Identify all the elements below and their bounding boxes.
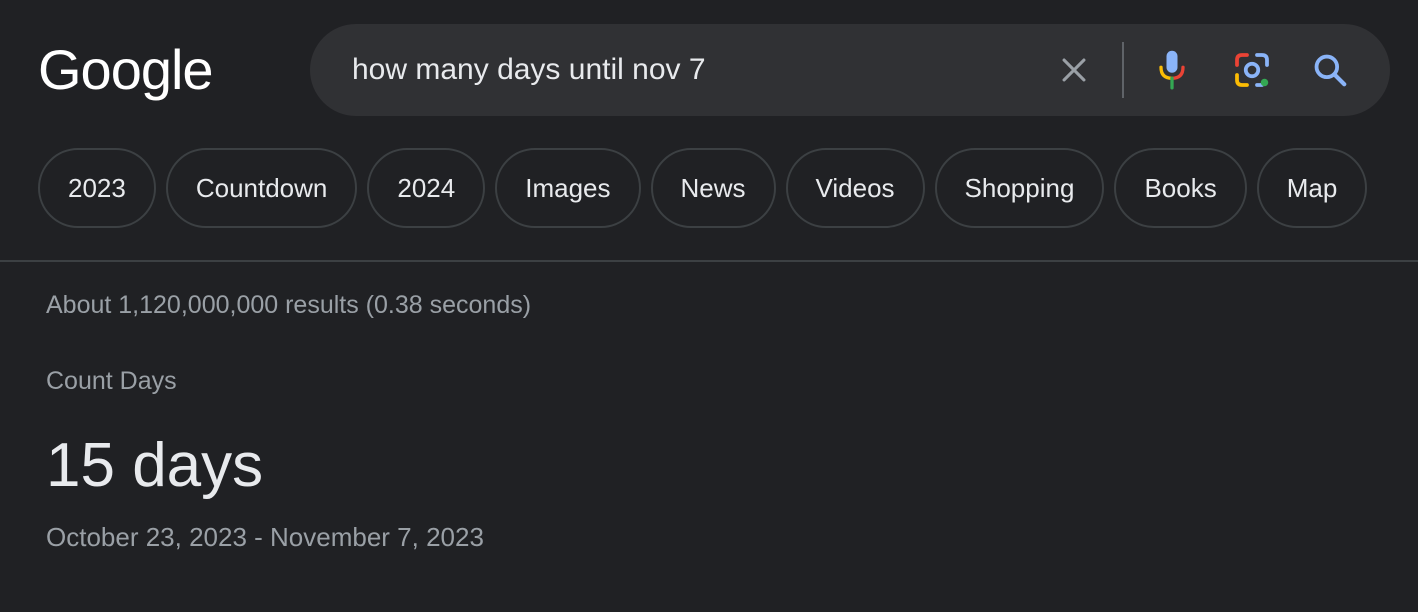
answer-label: Count Days bbox=[46, 367, 177, 395]
google-lens-icon bbox=[1235, 53, 1269, 87]
search-icon bbox=[1314, 54, 1347, 87]
search-results-page: Google how many days until nov 7 2023 Co… bbox=[0, 0, 1418, 612]
voice-search-button[interactable] bbox=[1150, 48, 1194, 92]
chip-shopping[interactable]: Shopping bbox=[934, 148, 1105, 228]
header-divider bbox=[0, 260, 1418, 262]
chip-images[interactable]: Images bbox=[495, 148, 641, 228]
search-box[interactable] bbox=[310, 24, 1390, 116]
google-logo[interactable]: Google bbox=[38, 38, 214, 102]
image-search-button[interactable] bbox=[1230, 48, 1274, 92]
clear-button[interactable] bbox=[1050, 50, 1098, 90]
microphone-icon bbox=[1159, 50, 1185, 90]
chip-2023[interactable]: 2023 bbox=[38, 148, 156, 228]
chip-maps[interactable]: Map bbox=[1256, 148, 1368, 228]
search-filter-chips: 2023 Countdown 2024 Images News Videos Shoppin… bbox=[38, 148, 1418, 228]
result-stats: About 1,120,000,000 results (0.38 second… bbox=[46, 291, 532, 319]
chip-videos[interactable]: Videos bbox=[785, 148, 925, 228]
chip-2024[interactable]: 2024 bbox=[367, 148, 486, 228]
close-icon bbox=[1062, 58, 1086, 82]
search-input[interactable] bbox=[352, 46, 1032, 94]
search-button[interactable] bbox=[1308, 48, 1352, 92]
answer-value: 15 days bbox=[46, 431, 264, 500]
chip-countdown[interactable]: Countdown bbox=[165, 148, 358, 228]
chip-news[interactable]: News bbox=[650, 148, 776, 228]
chip-books[interactable]: Books bbox=[1114, 148, 1247, 228]
search-divider bbox=[1122, 42, 1124, 98]
answer-date-range: October 23, 2023 - November 7, 2023 bbox=[46, 522, 484, 552]
